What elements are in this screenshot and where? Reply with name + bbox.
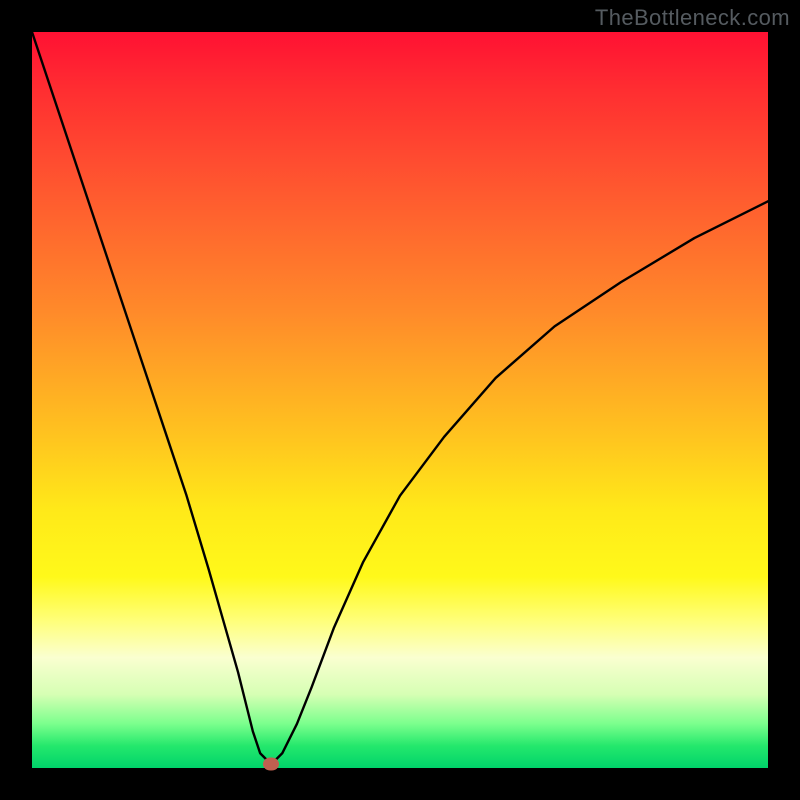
plot-area — [32, 32, 768, 768]
bottleneck-curve-path — [32, 32, 768, 764]
curve-svg — [32, 32, 768, 768]
optimum-marker — [263, 757, 279, 770]
watermark-text: TheBottleneck.com — [595, 5, 790, 31]
chart-frame: TheBottleneck.com — [0, 0, 800, 800]
